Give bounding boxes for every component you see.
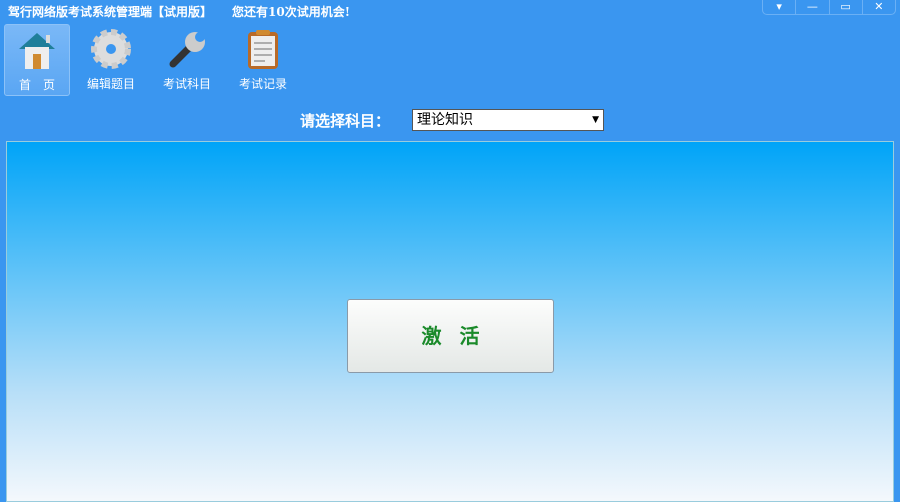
chevron-down-icon: ▼ bbox=[592, 115, 599, 125]
wrench-icon bbox=[169, 32, 205, 68]
toolbar-label: 考试记录 bbox=[238, 77, 287, 91]
window-controls: ▾ — ▭ ✕ bbox=[762, 0, 896, 15]
close-button[interactable]: ✕ bbox=[863, 0, 895, 14]
toolbar-label: 首 页 bbox=[18, 78, 55, 92]
home-icon bbox=[19, 33, 55, 69]
main-panel: 激活 bbox=[6, 141, 894, 502]
subject-label: 请选择科目： bbox=[300, 112, 391, 130]
app-title: 驾行网络版考试系统管理端【试用版】 bbox=[8, 5, 213, 19]
gear-icon bbox=[91, 29, 131, 69]
subject-value: 理论知识 bbox=[417, 112, 473, 128]
toolbar-exam-subjects[interactable]: 考试科目 bbox=[154, 24, 220, 96]
subject-select[interactable]: 理论知识 ▼ bbox=[412, 109, 604, 131]
minimize-button[interactable]: — bbox=[796, 0, 830, 14]
toolbar-exam-records[interactable]: 考试记录 bbox=[230, 24, 296, 96]
toolbar-label: 考试科目 bbox=[162, 77, 211, 91]
activate-button[interactable]: 激活 bbox=[347, 299, 554, 373]
toolbar-label: 编辑题目 bbox=[86, 77, 135, 91]
window-title: 驾行网络版考试系统管理端【试用版】 您还有10次试用机会! bbox=[8, 3, 370, 20]
clipboard-icon bbox=[248, 30, 278, 69]
menu-button[interactable]: ▾ bbox=[763, 0, 797, 14]
toolbar-home[interactable]: 首 页 bbox=[4, 24, 70, 96]
maximize-button[interactable]: ▭ bbox=[830, 0, 863, 14]
toolbar-edit-questions[interactable]: 编辑题目 bbox=[78, 24, 144, 96]
trial-notice: 您还有10次试用机会! bbox=[232, 5, 350, 19]
